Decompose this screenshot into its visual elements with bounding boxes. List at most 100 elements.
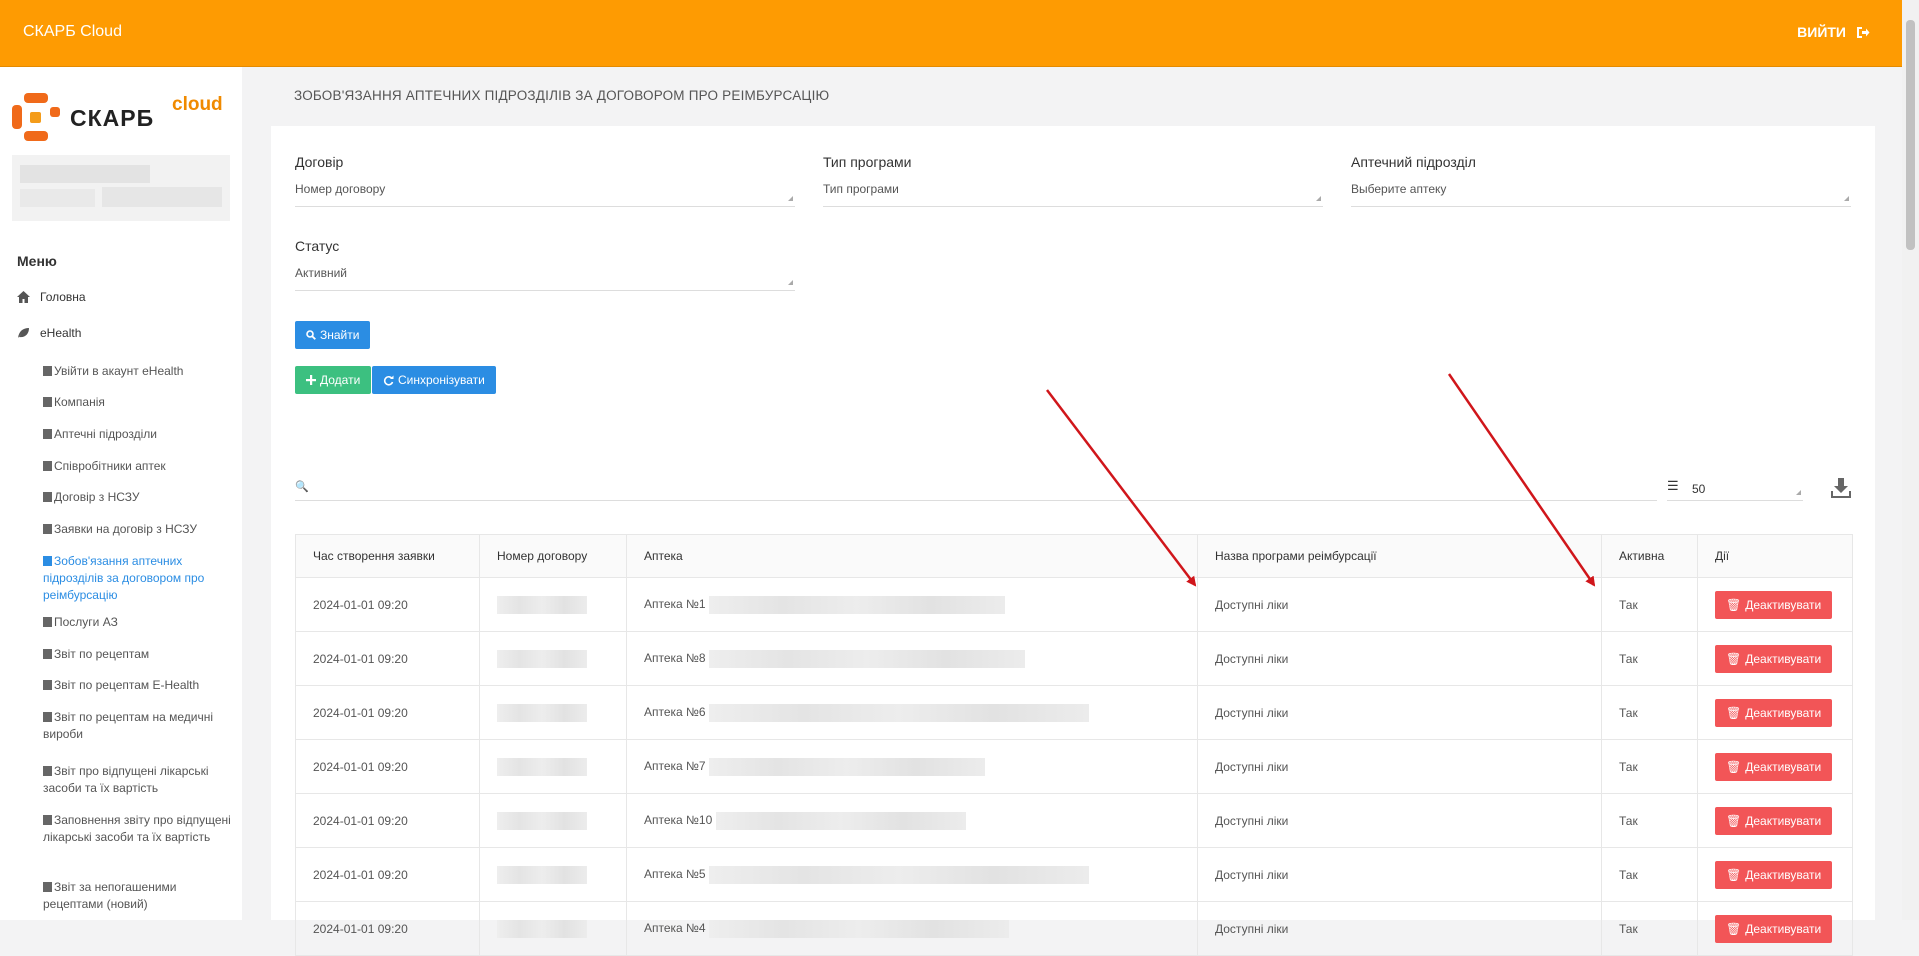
table-row: 2024-01-01 09:20 Аптека №7 Доступні ліки… <box>295 739 1853 794</box>
sidebar-item-label: Зобов'язання аптечних підрозділів за дог… <box>43 554 205 602</box>
contract-select[interactable]: Номер договору <box>295 182 795 207</box>
deactivate-button[interactable]: 🗑 Деактивувати <box>1715 806 1833 835</box>
sidebar-item-prescriptions-report[interactable]: Звіт по рецептам <box>43 646 233 663</box>
redacted-block <box>497 757 587 776</box>
sidebar-item-ehealth-login[interactable]: Увійти в акаунт eHealth <box>43 363 233 380</box>
program-filter: Тип програми Тип програми <box>823 154 1323 207</box>
page-size-value: 50 <box>1692 482 1706 496</box>
contract-number-cell <box>479 901 627 956</box>
find-label: Знайти <box>320 328 360 342</box>
program-cell: Доступні ліки <box>1197 739 1602 794</box>
column-header[interactable]: Аптека <box>626 534 1198 578</box>
deactivate-button[interactable]: 🗑 Деактивувати <box>1715 752 1833 781</box>
sign-in-icon <box>43 366 52 376</box>
sidebar-item-label: Звіт про відпущені лікарські засоби та ї… <box>43 764 209 795</box>
file-icon <box>43 882 52 892</box>
redacted-block <box>102 187 222 207</box>
deactivate-label: Деактивувати <box>1745 921 1822 936</box>
sidebar-item-company[interactable]: Компанія <box>43 394 233 411</box>
column-header[interactable]: Назва програми реімбурсації <box>1197 534 1602 578</box>
pharmacy-placeholder: Выберите аптеку <box>1351 182 1447 196</box>
created-time-cell: 2024-01-01 09:20 <box>295 901 480 956</box>
pharmacy-select[interactable]: Выберите аптеку <box>1351 182 1851 207</box>
page-size-select[interactable]: ☰ 50 <box>1667 472 1803 501</box>
sync-button[interactable]: Синхронізувати <box>372 366 496 394</box>
created-time-cell: 2024-01-01 09:20 <box>295 685 480 740</box>
sidebar-item-home[interactable]: Головна <box>17 290 86 304</box>
pharmacy-name: Аптека №6 <box>644 704 706 719</box>
sidebar-item-contract-requests[interactable]: Заявки на договір з НСЗУ <box>43 521 233 538</box>
sidebar-item-label: Заявки на договір з НСЗУ <box>54 522 197 536</box>
table-row: 2024-01-01 09:20 Аптека №6 Доступні ліки… <box>295 685 1853 740</box>
sidebar-item-dispensed-drugs-report[interactable]: Звіт про відпущені лікарські засоби та ї… <box>43 763 233 797</box>
logout-button[interactable]: ВИЙТИ <box>1797 24 1870 40</box>
column-header[interactable]: Час створення заявки <box>295 534 480 578</box>
user-md-icon <box>43 461 52 471</box>
status-label: Статус <box>295 238 340 254</box>
actions-cell: 🗑 Деактивувати <box>1697 631 1853 686</box>
deactivate-label: Деактивувати <box>1745 705 1822 720</box>
sidebar-item-pharmacy-units[interactable]: Аптечні підрозділи <box>43 426 233 443</box>
column-header[interactable]: Номер договору <box>479 534 627 578</box>
sync-label: Синхронізувати <box>398 373 485 387</box>
contract-number-cell <box>479 739 627 794</box>
table-row: 2024-01-01 09:20 Аптека №5 Доступні ліки… <box>295 847 1853 902</box>
scrollbar-thumb[interactable] <box>1906 20 1915 250</box>
add-label: Додати <box>320 373 361 387</box>
table-search-input[interactable]: 🔍 <box>295 472 1657 501</box>
sidebar-item-employees[interactable]: Співробітники аптек <box>43 458 233 475</box>
sidebar-item-ehealth-report[interactable]: Звіт по рецептам E-Health <box>43 677 233 694</box>
select-arrow-icon <box>1796 490 1801 495</box>
logo[interactable]: СКАРБ cloud <box>12 91 234 141</box>
status-select[interactable]: Активний <box>295 266 795 291</box>
deactivate-label: Деактивувати <box>1745 597 1822 612</box>
deactivate-button[interactable]: 🗑 Деактивувати <box>1715 698 1833 727</box>
sidebar-item-ehealth[interactable]: eHealth <box>17 326 81 340</box>
logo-cloud: cloud <box>172 94 223 115</box>
deactivate-button[interactable]: 🗑 Деактивувати <box>1715 914 1833 943</box>
deactivate-button[interactable]: 🗑 Деактивувати <box>1715 590 1833 619</box>
active-cell: Так <box>1601 685 1698 740</box>
active-cell: Так <box>1601 739 1698 794</box>
file-icon <box>43 492 52 502</box>
pharmacy-cell: Аптека №1 <box>626 577 1198 632</box>
list-icon: ☰ <box>1667 478 1679 493</box>
sidebar-item-medical-devices-report[interactable]: Звіт по рецептам на медичні вироби <box>43 709 233 743</box>
plus-square-icon <box>43 429 52 439</box>
add-button[interactable]: Додати <box>295 366 372 394</box>
redacted-block <box>497 919 587 938</box>
sidebar-item-nszu-contract[interactable]: Договір з НСЗУ <box>43 489 233 506</box>
pharmacy-name: Аптека №1 <box>644 596 706 611</box>
main-panel: Договір Номер договору Тип програми Тип … <box>271 126 1875 956</box>
deactivate-button[interactable]: 🗑 Деактивувати <box>1715 860 1833 889</box>
trash-icon: 🗑 <box>1726 813 1742 828</box>
table-row: 2024-01-01 09:20 Аптека №8 Доступні ліки… <box>295 631 1853 686</box>
program-select[interactable]: Тип програми <box>823 182 1323 207</box>
column-header[interactable]: Активна <box>1601 534 1698 578</box>
sidebar-item-unredeemed-report[interactable]: Звіт за непогашеними рецептами (новий) <box>43 879 233 913</box>
redacted-block <box>708 865 1089 884</box>
sidebar-item-az-services[interactable]: Послуги АЗ <box>43 614 233 631</box>
program-cell: Доступні ліки <box>1197 901 1602 956</box>
logout-label: ВИЙТИ <box>1797 24 1846 40</box>
app-title[interactable]: СКАРБ Cloud <box>23 23 122 41</box>
page-scrollbar[interactable] <box>1902 0 1919 920</box>
sidebar-item-label: Звіт за непогашеними рецептами (новий) <box>43 880 177 911</box>
table-row: 2024-01-01 09:20 Аптека №4 Доступні ліки… <box>295 901 1853 956</box>
created-time-cell: 2024-01-01 09:20 <box>295 847 480 902</box>
find-button[interactable]: Знайти <box>295 321 371 349</box>
trash-icon: 🗑 <box>1726 597 1742 612</box>
home-icon <box>17 291 30 303</box>
deactivate-button[interactable]: 🗑 Деактивувати <box>1715 644 1833 673</box>
deactivate-label: Деактивувати <box>1745 867 1822 882</box>
contract-number-cell <box>479 685 627 740</box>
sidebar-item-fill-dispensed-report[interactable]: Заповнення звіту про відпущені лікарські… <box>43 812 233 846</box>
download-icon[interactable] <box>1829 476 1853 500</box>
sidebar-item-reimbursement-obligations[interactable]: Зобов'язання аптечних підрозділів за дог… <box>43 553 233 604</box>
sidebar-item-label: Послуги АЗ <box>54 615 118 629</box>
table-header-row: Час створення заявки Номер договору Апте… <box>295 534 1853 578</box>
file-icon <box>43 712 52 722</box>
pharmacy-cell: Аптека №7 <box>626 739 1198 794</box>
redacted-block <box>497 811 587 830</box>
program-cell: Доступні ліки <box>1197 631 1602 686</box>
